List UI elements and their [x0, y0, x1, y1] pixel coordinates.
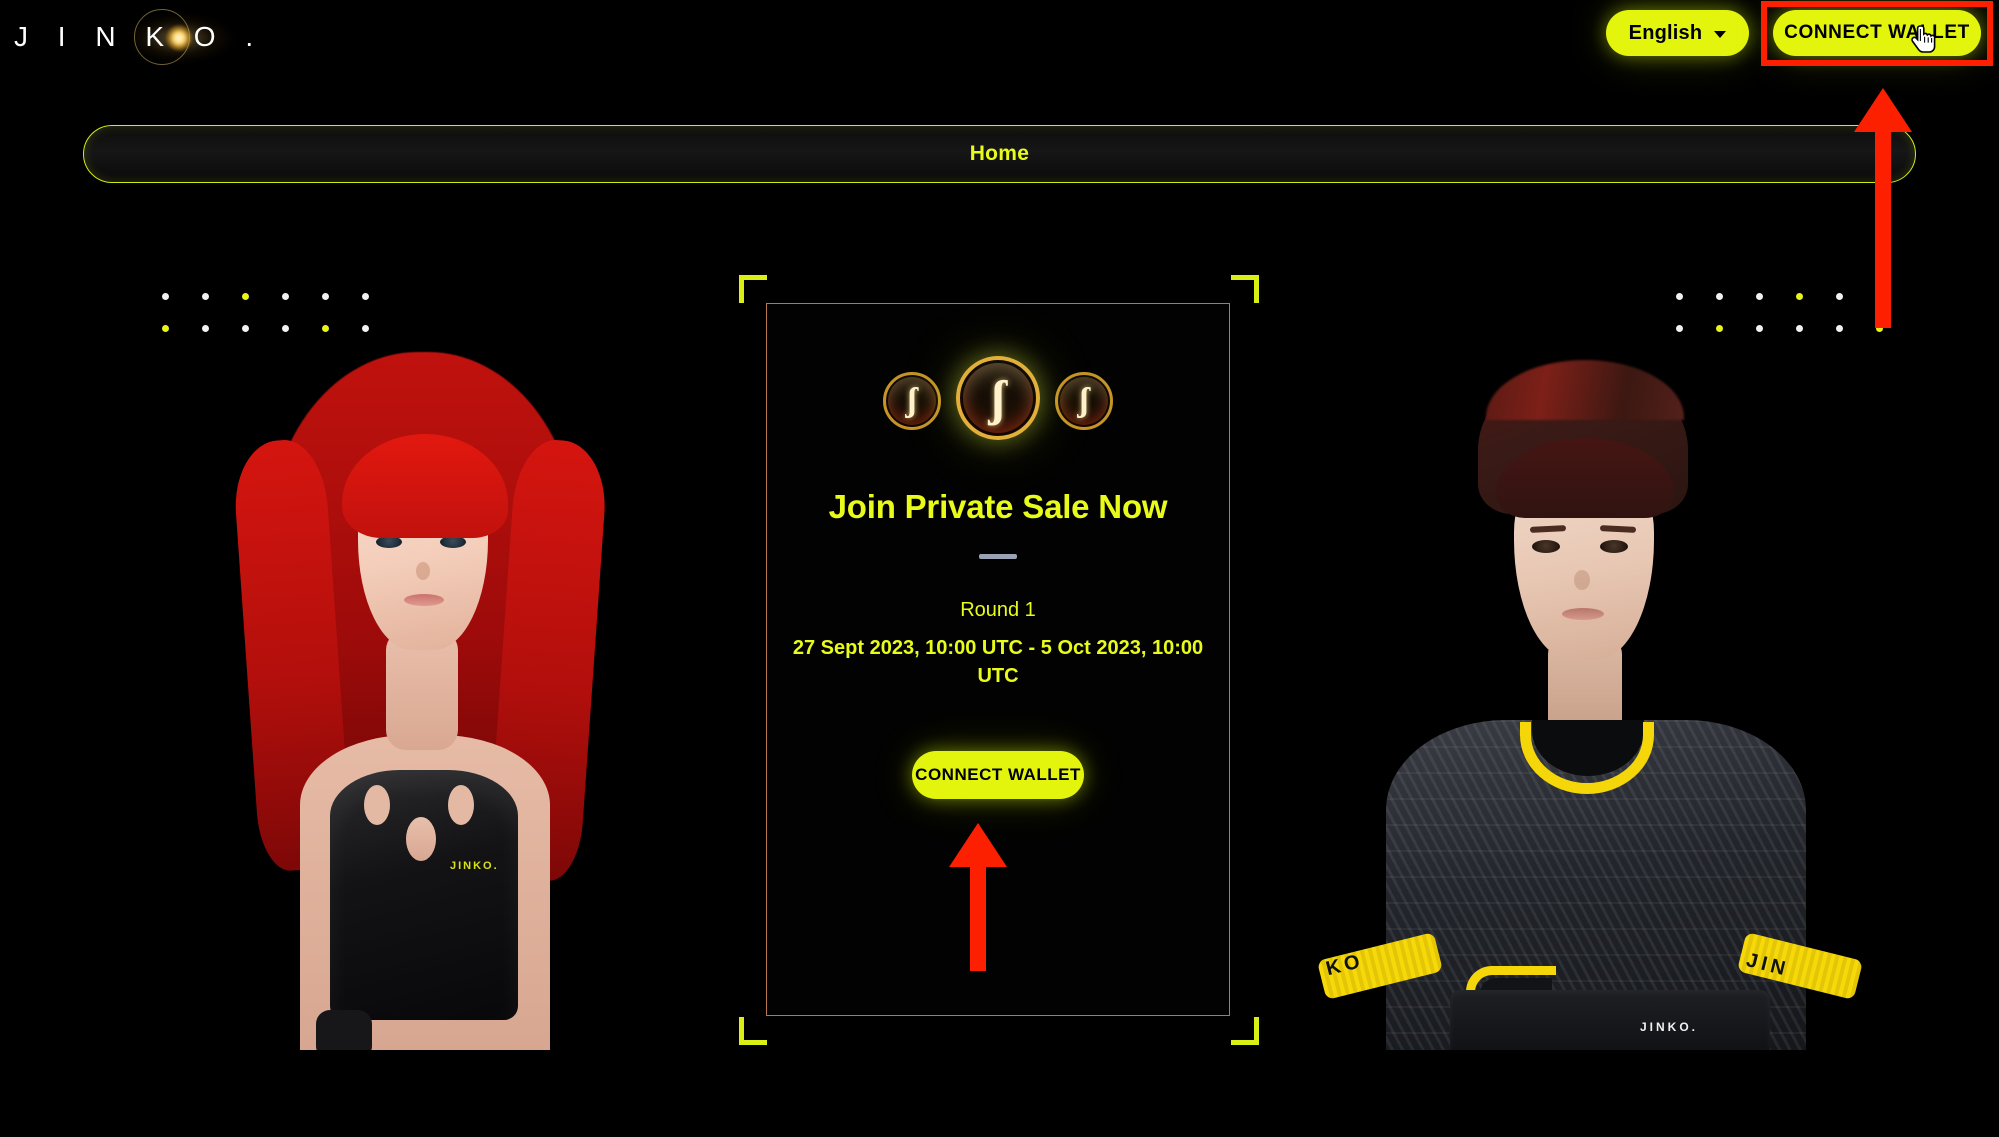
decor-dot	[282, 293, 289, 300]
decor-dot	[202, 293, 209, 300]
token-coin-group: ʃ ʃ ʃ	[883, 352, 1113, 462]
female-avatar: JINKO.	[150, 330, 710, 1050]
page-title: Join Private Sale Now	[828, 488, 1168, 525]
decor-dot	[202, 325, 209, 332]
decor-dot	[1836, 293, 1843, 300]
round-label: Round 1	[960, 599, 1036, 621]
decor-dot	[162, 325, 169, 332]
language-selector-label: English	[1628, 21, 1703, 44]
avatar-outfit-cutout	[364, 785, 390, 825]
arrow-head-icon	[1854, 88, 1912, 132]
corner-bracket-bottom-right-icon	[1231, 1017, 1259, 1045]
sale-date-range: 27 Sept 2023, 10:00 UTC - 5 Oct 2023, 10…	[792, 637, 1204, 688]
avatar-glove	[316, 1010, 372, 1050]
avatar-nose	[1574, 570, 1590, 590]
language-selector[interactable]: English	[1606, 10, 1749, 56]
sidebar-item-home[interactable]: Home	[970, 142, 1030, 166]
jinko-token-coin-icon: ʃ	[1055, 372, 1113, 430]
corner-bracket-top-left-icon	[739, 275, 767, 303]
coin-glyph: ʃ	[1078, 382, 1090, 419]
decor-dot	[1836, 325, 1843, 332]
avatar-hair-highlights	[1486, 360, 1684, 420]
decor-dot	[242, 325, 249, 332]
avatar-eye-left	[1532, 540, 1560, 553]
page-root: JINKO. KO JIN JINKO. Home ʃ ʃ ʃ Join Pri…	[0, 0, 1999, 1137]
arrow-shaft	[970, 865, 986, 971]
corner-bracket-top-right-icon	[1231, 275, 1259, 303]
avatar-outfit-logo: JINKO.	[450, 860, 499, 872]
decor-dot	[1756, 293, 1763, 300]
decor-dot	[242, 293, 249, 300]
avatar-mouth	[404, 594, 444, 606]
decor-dot	[1716, 325, 1723, 332]
arrow-shaft	[1875, 130, 1891, 328]
avatar-outfit-cutout	[406, 817, 436, 861]
decor-dot	[322, 293, 329, 300]
connect-wallet-button-header[interactable]: CONNECT WALLET	[1773, 10, 1981, 56]
decor-dot	[1796, 293, 1803, 300]
decor-dot	[1676, 325, 1683, 332]
decor-dot	[322, 325, 329, 332]
decor-dot	[162, 293, 169, 300]
decor-dot	[1676, 293, 1683, 300]
avatar-outfit-cutout	[448, 785, 474, 825]
decor-dot	[362, 293, 369, 300]
decor-dot	[282, 325, 289, 332]
decor-dot	[1716, 293, 1723, 300]
connect-wallet-button[interactable]: CONNECT WALLET	[912, 750, 1084, 799]
decor-dot	[1796, 325, 1803, 332]
brand-logo[interactable]: J I N K O .	[14, 8, 253, 66]
decor-dot-grid-left	[162, 293, 372, 335]
avatar-eye-right	[1600, 540, 1628, 553]
jinko-token-coin-icon: ʃ	[956, 356, 1040, 440]
decor-dot	[1756, 325, 1763, 332]
chevron-down-icon	[1714, 31, 1727, 38]
arrow-head-icon	[949, 823, 1007, 867]
avatar-belt	[1450, 990, 1770, 1050]
title-divider	[979, 554, 1017, 559]
site-header: J I N K O . English CONNECT WALLET	[0, 0, 1999, 72]
decor-dot	[362, 325, 369, 332]
avatar-mouth	[1562, 608, 1604, 620]
avatar-belt-logo: JINKO.	[1640, 1020, 1699, 1034]
coin-glyph: ʃ	[906, 382, 918, 419]
annotation-arrow-to-panel-button	[948, 823, 1008, 971]
coin-glyph: ʃ	[990, 370, 1006, 426]
corner-bracket-bottom-left-icon	[739, 1017, 767, 1045]
avatar-outfit-top	[330, 770, 518, 1020]
brand-logo-text: J I N K O .	[14, 21, 265, 52]
annotation-arrow-to-header-button	[1853, 88, 1913, 328]
main-nav-bar: Home	[83, 125, 1916, 183]
avatar-nose	[416, 562, 430, 580]
male-avatar: KO JIN JINKO.	[1290, 330, 1930, 1050]
jinko-token-coin-icon: ʃ	[883, 372, 941, 430]
